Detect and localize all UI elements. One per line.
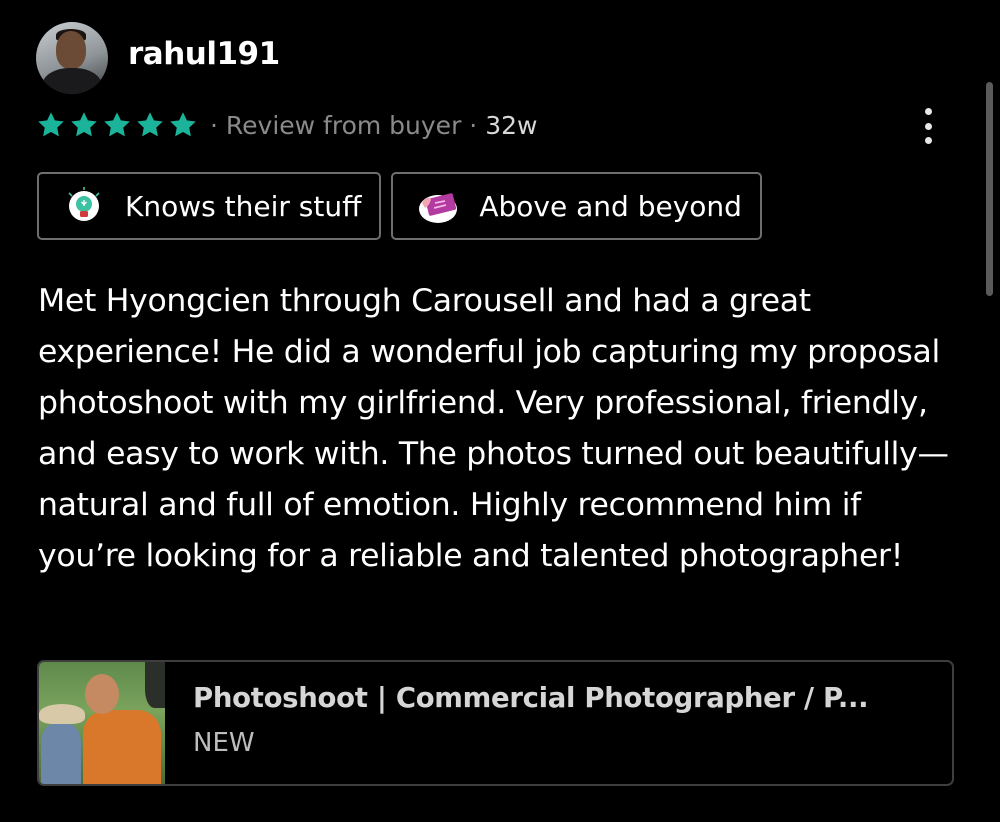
separator: · xyxy=(469,110,478,140)
more-vertical-icon[interactable] xyxy=(918,106,938,146)
star-icon xyxy=(104,112,130,137)
listing-condition: NEW xyxy=(193,728,255,758)
listing-thumbnail xyxy=(39,662,165,784)
review-body: Met Hyongcien through Carousell and had … xyxy=(38,283,949,574)
star-icon xyxy=(38,112,64,137)
tag-knows-their-stuff: Knows their stuff xyxy=(37,172,382,240)
tag-label: Above and beyond xyxy=(479,189,742,223)
review-age: 32w xyxy=(485,110,538,140)
review-meta-text: · Review from buyer · 32w xyxy=(210,111,537,140)
review-source: Review from buyer xyxy=(225,110,462,140)
review-tags: Knows their stuff Above and beyond xyxy=(37,172,762,240)
username[interactable]: rahul191 xyxy=(128,36,280,72)
avatar[interactable] xyxy=(36,22,108,94)
lightbulb-icon xyxy=(68,187,100,221)
star-icon xyxy=(71,112,97,137)
review-card: rahul191 · Review from buyer · 32w Knows… xyxy=(0,0,1000,822)
listing-info: Photoshoot | Commercial Photographer / P… xyxy=(165,662,952,784)
tag-label: Knows their stuff xyxy=(125,189,362,223)
scrollbar[interactable] xyxy=(986,82,993,296)
listing-card[interactable]: Photoshoot | Commercial Photographer / P… xyxy=(37,660,954,786)
star-icon xyxy=(137,112,163,137)
tag-above-and-beyond: Above and beyond xyxy=(391,172,762,240)
star-rating xyxy=(36,110,198,140)
star-icon xyxy=(170,112,196,137)
separator: · xyxy=(210,110,218,140)
listing-title: Photoshoot | Commercial Photographer / P… xyxy=(193,682,869,714)
review-meta: · Review from buyer · 32w xyxy=(36,108,537,142)
ticket-icon xyxy=(419,193,458,223)
